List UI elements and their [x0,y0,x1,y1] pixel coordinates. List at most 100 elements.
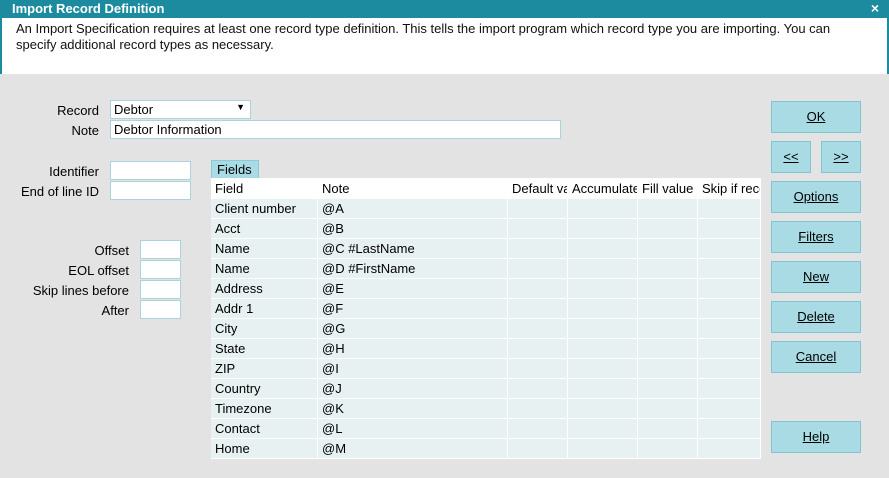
column-header[interactable]: Field [211,179,318,199]
table-cell[interactable] [698,399,761,418]
table-cell[interactable] [638,319,698,338]
chevron-down-icon[interactable]: ▼ [236,102,245,112]
table-cell[interactable]: ZIP [211,359,318,378]
table-cell[interactable]: Client number [211,199,318,218]
next-button[interactable]: >> [821,141,861,173]
table-cell[interactable] [508,319,568,338]
table-cell[interactable] [568,419,638,438]
identifier-input[interactable] [110,161,191,180]
table-cell[interactable]: @G [318,319,508,338]
table-cell[interactable] [508,339,568,358]
table-cell[interactable]: @A [318,199,508,218]
table-cell[interactable] [568,339,638,358]
table-cell[interactable] [508,299,568,318]
table-cell[interactable]: @F [318,299,508,318]
table-cell[interactable] [508,279,568,298]
table-row[interactable]: Timezone @K [211,399,761,419]
table-row[interactable]: Client number @A [211,199,761,219]
offset-input[interactable] [140,240,181,259]
column-header[interactable]: Default value [508,179,568,199]
table-cell[interactable] [568,319,638,338]
table-cell[interactable]: Country [211,379,318,398]
table-cell[interactable] [568,279,638,298]
table-cell[interactable] [638,259,698,278]
table-row[interactable]: Name @D #FirstName [211,259,761,279]
table-cell[interactable] [568,359,638,378]
table-cell[interactable] [698,199,761,218]
table-cell[interactable] [508,379,568,398]
table-cell[interactable]: @E [318,279,508,298]
table-cell[interactable] [508,439,568,458]
table-cell[interactable] [508,219,568,238]
table-cell[interactable] [508,359,568,378]
table-cell[interactable] [698,219,761,238]
table-cell[interactable]: Timezone [211,399,318,418]
filters-button[interactable]: Filters [771,221,861,253]
table-cell[interactable] [638,419,698,438]
table-row[interactable]: Acct @B [211,219,761,239]
column-header[interactable]: Accumulate [568,179,638,199]
table-cell[interactable]: Name [211,239,318,258]
table-cell[interactable] [568,239,638,258]
table-cell[interactable] [638,219,698,238]
table-row[interactable]: Address @E [211,279,761,299]
table-cell[interactable] [698,239,761,258]
table-cell[interactable] [568,439,638,458]
table-cell[interactable] [568,399,638,418]
new-button[interactable]: New [771,261,861,293]
table-cell[interactable] [698,299,761,318]
table-cell[interactable] [698,359,761,378]
table-cell[interactable] [638,199,698,218]
table-cell[interactable]: @H [318,339,508,358]
note-input[interactable]: Debtor Information [110,120,561,139]
table-cell[interactable]: Contact [211,419,318,438]
table-cell[interactable] [698,419,761,438]
table-cell[interactable] [568,259,638,278]
table-cell[interactable] [638,299,698,318]
table-cell[interactable]: @L [318,419,508,438]
table-cell[interactable] [698,339,761,358]
table-cell[interactable]: Name [211,259,318,278]
table-cell[interactable] [698,439,761,458]
table-row[interactable]: Name @C #LastName [211,239,761,259]
table-cell[interactable]: @C #LastName [318,239,508,258]
tab-fields[interactable]: Fields [211,160,259,178]
table-cell[interactable] [508,199,568,218]
table-row[interactable]: Home @M [211,439,761,459]
table-cell[interactable] [698,319,761,338]
table-cell[interactable]: @B [318,219,508,238]
table-cell[interactable] [508,399,568,418]
table-cell[interactable]: Home [211,439,318,458]
column-header[interactable]: Fill value [638,179,698,199]
close-icon[interactable]: × [871,0,879,16]
table-row[interactable]: Contact @L [211,419,761,439]
cancel-button[interactable]: Cancel [771,341,861,373]
eol-offset-input[interactable] [140,260,181,279]
table-cell[interactable] [508,239,568,258]
delete-button[interactable]: Delete [771,301,861,333]
table-cell[interactable] [698,279,761,298]
table-cell[interactable] [568,379,638,398]
table-cell[interactable]: Addr 1 [211,299,318,318]
table-cell[interactable]: @I [318,359,508,378]
table-cell[interactable] [638,279,698,298]
table-cell[interactable] [568,219,638,238]
table-cell[interactable]: City [211,319,318,338]
previous-button[interactable]: << [771,141,811,173]
help-button[interactable]: Help [771,421,861,453]
table-row[interactable]: State @H [211,339,761,359]
skip-lines-before-input[interactable] [140,280,181,299]
table-cell[interactable]: State [211,339,318,358]
table-cell[interactable] [698,379,761,398]
table-row[interactable]: Country @J [211,379,761,399]
table-cell[interactable]: @D #FirstName [318,259,508,278]
options-button[interactable]: Options [771,181,861,213]
table-row[interactable]: Addr 1 @F [211,299,761,319]
table-cell[interactable] [638,339,698,358]
table-cell[interactable] [638,239,698,258]
table-cell[interactable]: @M [318,439,508,458]
column-header[interactable]: Skip if record [698,179,761,199]
table-cell[interactable] [638,439,698,458]
table-cell[interactable]: Acct [211,219,318,238]
eol-id-input[interactable] [110,181,191,200]
